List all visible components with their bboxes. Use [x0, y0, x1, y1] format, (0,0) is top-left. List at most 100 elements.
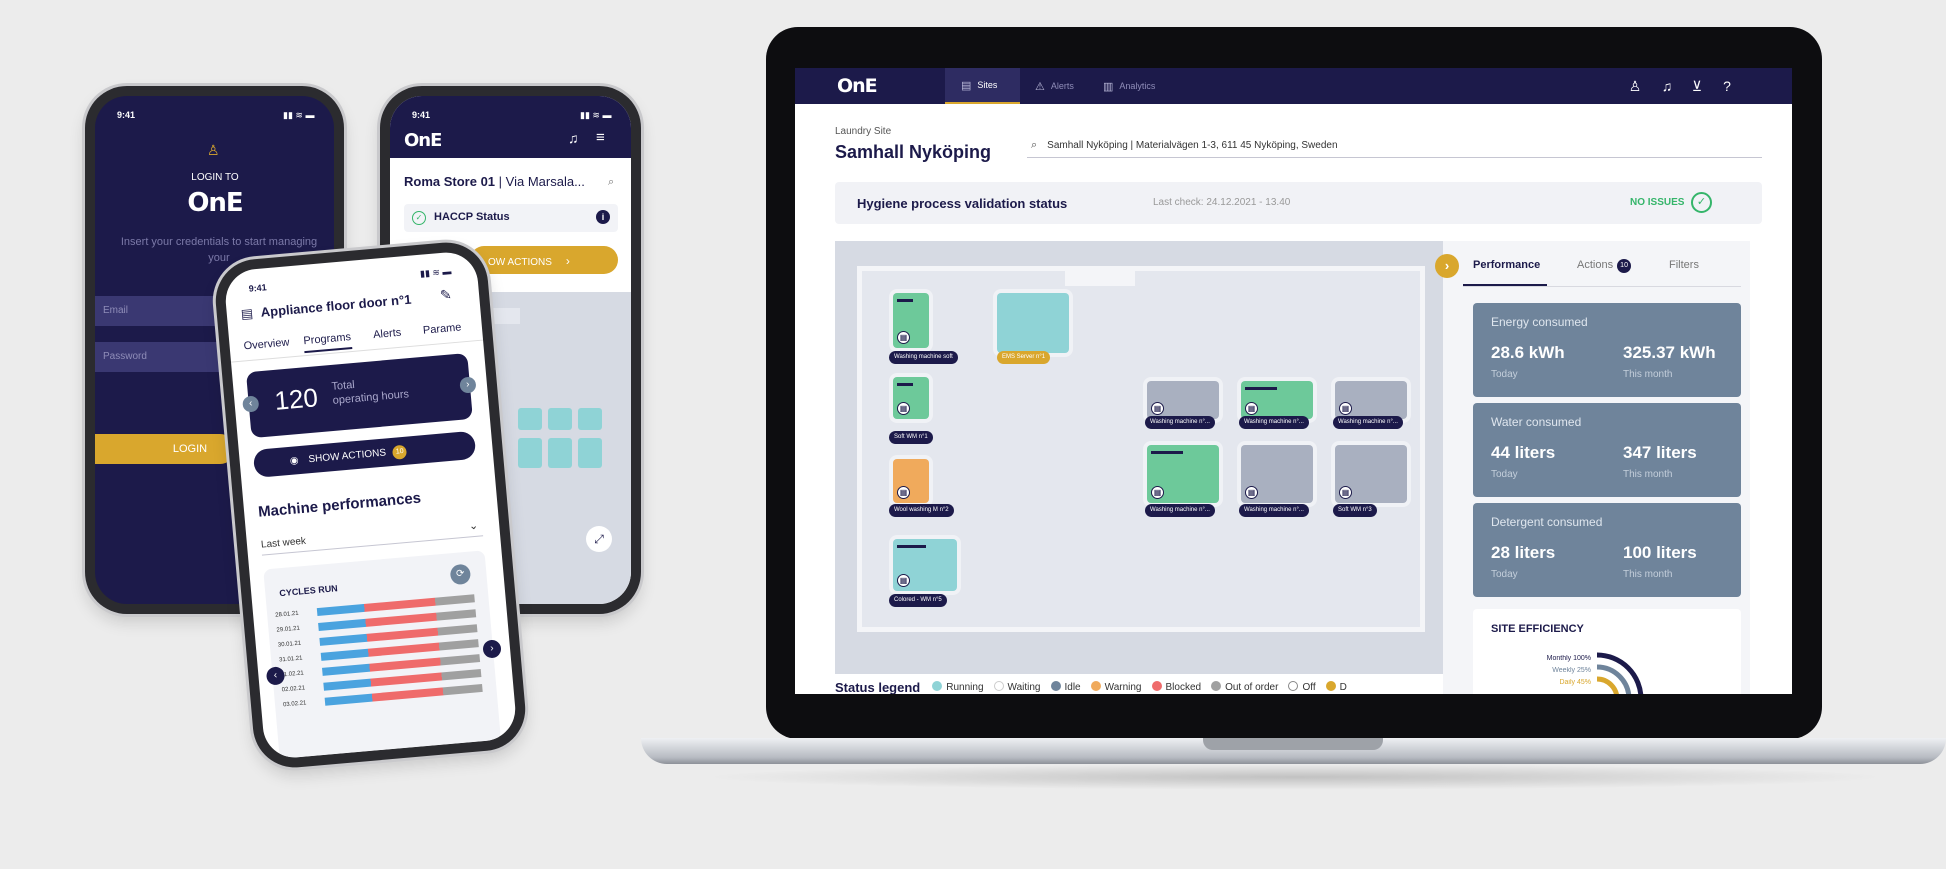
app-logo: OnE [187, 188, 243, 218]
app-logo[interactable]: OnE [404, 130, 441, 151]
tab-overview[interactable]: Overview [243, 336, 290, 352]
machine-tile[interactable]: ▦ [1335, 445, 1407, 503]
user-icon[interactable]: ♙ [1625, 76, 1645, 96]
tab-actions[interactable]: Actions 10 [1577, 259, 1632, 273]
bell-icon[interactable]: ♫ [568, 130, 579, 146]
site-type: Laundry Site [835, 126, 892, 137]
search-icon: ⌕ [1031, 139, 1038, 151]
machine-tile[interactable] [548, 438, 572, 468]
search-value: Samhall Nyköping | Materialvägen 1-3, 61… [1047, 140, 1338, 151]
nav-tab-alerts[interactable]: ⚠ Alerts [1035, 68, 1085, 104]
machine-tile[interactable]: ▦ [1147, 381, 1219, 419]
machine-tile[interactable] [518, 408, 542, 430]
machine-tile[interactable] [578, 438, 602, 468]
info-icon[interactable]: i [596, 210, 610, 224]
menu-icon[interactable]: ≡ [596, 129, 605, 146]
machine-tile[interactable]: ▦ [893, 377, 929, 419]
machine-tile[interactable]: ▦ [1147, 445, 1219, 503]
chevron-right-icon[interactable]: › [482, 639, 502, 659]
machine-tile[interactable] [578, 408, 602, 430]
machine-label[interactable]: Washing machine soft [889, 351, 958, 364]
check-circle-icon: ✓ [412, 211, 426, 225]
period-select[interactable]: Last week ⌄ [260, 514, 484, 556]
machine-tile[interactable]: ▦ [893, 539, 957, 591]
chevron-left-icon[interactable]: ‹ [242, 395, 260, 413]
expand-icon[interactable]: ⤢ [586, 526, 612, 552]
card-month-label: This month [1623, 469, 1673, 480]
legend-item-blocked: Blocked [1151, 681, 1201, 693]
machine-tile[interactable]: ▦ [1335, 381, 1407, 419]
top-navbar: OnE ▤ Sites ⚠ Alerts ▥ Analytics ♙ ♫ ⊻ ? [795, 68, 1792, 104]
login-button[interactable]: LOGIN [95, 434, 235, 464]
machine-label[interactable]: Colored - WM n°5 [889, 594, 947, 607]
efficiency-weekly-label: Weekly 25% [1552, 667, 1591, 674]
card-today-label: Today [1491, 569, 1518, 580]
tab-filters[interactable]: Filters [1669, 259, 1699, 271]
card-today-label: Today [1491, 469, 1518, 480]
machine-label[interactable]: EMS Server n°1 [997, 351, 1051, 364]
machine-label[interactable]: Soft WM n°1 [889, 431, 933, 444]
active-tab-indicator [1463, 284, 1547, 286]
help-icon[interactable]: ? [1717, 76, 1737, 96]
calendar-icon: ▦ [897, 574, 910, 587]
calendar-icon: ▦ [1339, 486, 1352, 499]
calendar-icon: ▦ [1151, 486, 1164, 499]
edit-icon[interactable]: ✎ [439, 286, 452, 304]
card-today-value: 28 liters [1491, 543, 1556, 562]
machine-label[interactable]: Washing machine n°... [1239, 504, 1309, 517]
password-field[interactable]: Password [95, 342, 235, 372]
chevron-right-icon[interactable]: › [459, 376, 477, 394]
login-to-label: LOGIN TO [191, 172, 239, 183]
card-title: Detergent consumed [1491, 515, 1603, 529]
status-time: 9:41 [248, 282, 268, 294]
tab-alerts[interactable]: Alerts [373, 327, 402, 341]
check-circle-icon: ✓ [1691, 192, 1712, 213]
operating-hours-card: 120 Total operating hours ‹ › [242, 353, 477, 439]
cycles-title: CYCLES RUN [278, 583, 339, 599]
tab-programs[interactable]: Programs [302, 331, 353, 354]
machine-label[interactable]: Soft WM n°3 [1333, 504, 1377, 517]
tab-parameters[interactable]: Parame [422, 320, 482, 336]
email-field[interactable]: Email [95, 296, 235, 326]
machine-label[interactable]: Washing machine n°... [1145, 504, 1215, 517]
side-panel: › Performance Actions 10 Filters Energy c… [1435, 241, 1750, 694]
bell-icon[interactable]: ♫ [1657, 76, 1677, 96]
store-selector[interactable]: Roma Store 01 | Via Marsala... [404, 174, 604, 189]
machine-tile[interactable] [548, 408, 572, 430]
app-logo[interactable]: OnE [837, 75, 877, 97]
machine-tile[interactable]: ▦ [1241, 445, 1313, 503]
nav-tab-sites[interactable]: ▤ Sites [945, 68, 1020, 104]
cart-icon[interactable]: ⊻ [1687, 76, 1707, 96]
card-month-label: This month [1623, 369, 1673, 380]
haccp-status-row[interactable]: ✓ HACCP Status i [404, 204, 618, 232]
show-actions-button[interactable]: OW ACTIONS › [470, 246, 618, 274]
machine-label[interactable]: Washing machine n°... [1145, 416, 1215, 429]
chevron-down-icon: ⌄ [468, 519, 479, 533]
machine-tile[interactable]: ▦ [893, 293, 929, 348]
status-badge: NO ISSUES [1630, 197, 1685, 208]
machine-label[interactable]: Washing machine n°... [1239, 416, 1309, 429]
nav-tab-analytics[interactable]: ▥ Analytics [1103, 68, 1173, 104]
card-title: Energy consumed [1491, 315, 1588, 329]
machine-label[interactable]: Wool washing M n°2 [889, 504, 954, 517]
card-month-value: 325.37 kWh [1623, 343, 1716, 362]
site-search-field[interactable]: ⌕ Samhall Nyköping | Materialvägen 1-3, … [1027, 134, 1762, 158]
machine-tile[interactable]: ▦ [1241, 381, 1313, 419]
signal-icon: ▮▮ ≋ ▬ [580, 110, 612, 120]
rotate-icon[interactable]: ⟳ [449, 563, 472, 586]
floor-map[interactable]: ▦ Washing machine soft EMS Server n°1 ▦ … [835, 241, 1443, 674]
appliance-screen: 9:41 ▮▮ ≋ ▬ ▤ Appliance floor door n°1 ✎… [223, 249, 518, 761]
card-today-value: 44 liters [1491, 443, 1556, 462]
show-actions-button[interactable]: ◉ SHOW ACTIONS 10 [252, 430, 477, 478]
machine-tile[interactable]: ▦ [893, 459, 929, 503]
card-month-value: 100 liters [1623, 543, 1697, 562]
tab-performance[interactable]: Performance [1473, 259, 1540, 271]
machine-label[interactable]: Washing machine n°... [1333, 416, 1403, 429]
validation-title: Hygiene process validation status [857, 196, 1068, 211]
chevron-right-icon[interactable]: › [1435, 254, 1459, 278]
machine-tile[interactable] [997, 293, 1069, 353]
search-icon[interactable]: ⌕ [608, 176, 614, 189]
machine-tile[interactable] [518, 438, 542, 468]
efficiency-monthly-label: Monthly 100% [1546, 655, 1591, 662]
section-title: Machine performances [257, 489, 422, 521]
